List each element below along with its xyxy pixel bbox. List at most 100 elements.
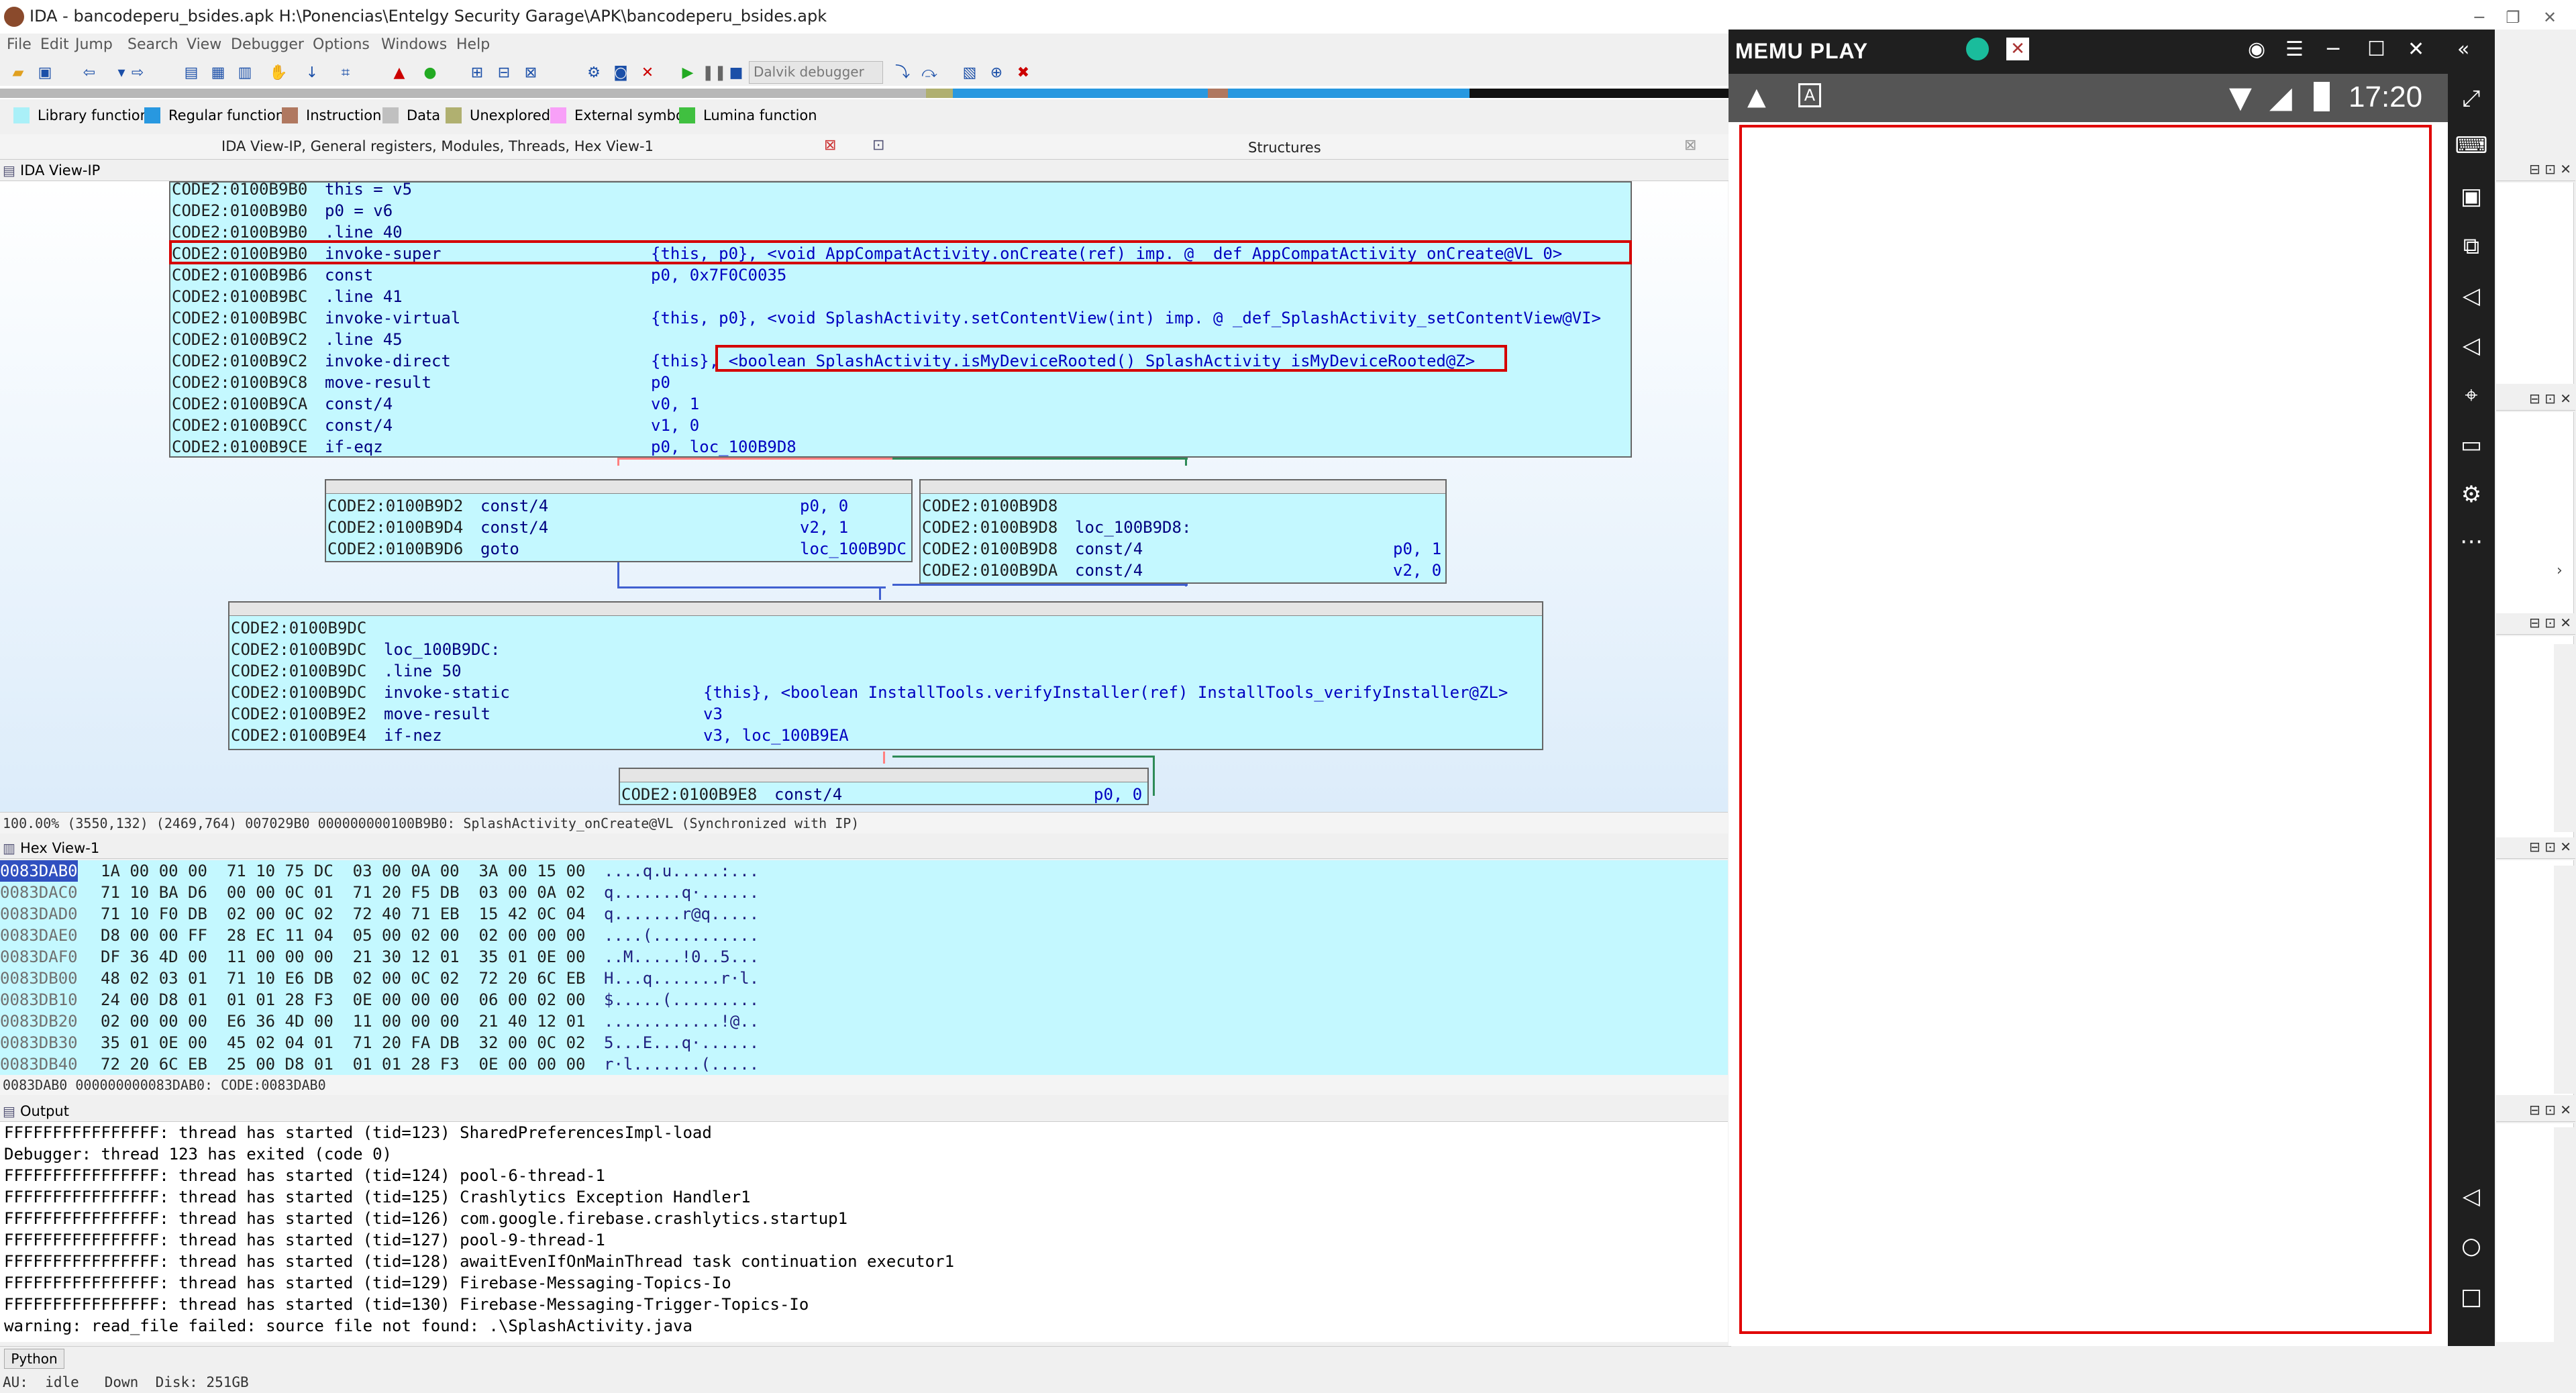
instruction-operands[interactable]: v1, 0 <box>651 415 699 436</box>
instruction-address[interactable]: CODE2:0100B9CA <box>172 393 307 415</box>
android-recents-icon[interactable]: □ <box>2453 1279 2489 1315</box>
instruction-address[interactable]: CODE2:0100B9DC <box>231 639 366 660</box>
instruction-opcode[interactable]: goto <box>480 538 519 560</box>
instruction-address[interactable]: CODE2:0100B9D6 <box>327 538 463 560</box>
menu-windows[interactable]: Windows <box>381 36 447 53</box>
volume-up-icon[interactable]: ◁ <box>2453 278 2489 314</box>
instruction-opcode[interactable]: const <box>325 264 373 286</box>
instruction-operands[interactable]: v3 <box>703 703 723 725</box>
instruction-opcode[interactable]: const/4 <box>325 415 393 436</box>
step-over-icon[interactable]: ⤼ <box>919 63 939 83</box>
tab-structures[interactable]: Structures <box>1248 140 1321 156</box>
menu-edit[interactable]: Edit <box>40 36 69 53</box>
hex-ascii[interactable]: $.....(......... <box>604 989 759 1011</box>
memu-minimize-icon[interactable]: ─ <box>2327 38 2339 61</box>
hex-row[interactable]: 0083DAC0 71 10 BA D6 00 00 0C 01 71 20 F5… <box>0 882 1728 903</box>
android-back-icon[interactable]: ◁ <box>2453 1178 2489 1215</box>
hex-bytes[interactable]: 1A 00 00 00 71 10 75 DC 03 00 0A 00 3A 0… <box>101 860 585 882</box>
hamburger-icon[interactable]: ☰ <box>2285 38 2304 61</box>
instruction-address[interactable]: CODE2:0100B9CE <box>172 436 307 458</box>
instruction-opcode[interactable]: const/4 <box>325 393 393 415</box>
volume-down-icon[interactable]: ◁ <box>2453 327 2489 364</box>
memu-app-icon[interactable] <box>1966 38 1989 60</box>
instruction-operands[interactable]: {this, p0}, <void SplashActivity.setCont… <box>651 307 1601 329</box>
instruction-opcode[interactable]: p0 = v6 <box>325 200 393 221</box>
pause-icon[interactable]: ❚❚ <box>702 63 727 83</box>
instruction-address[interactable]: CODE2:0100B9D8 <box>922 495 1058 517</box>
instruction-operands[interactable]: v0, 1 <box>651 393 699 415</box>
instruction-opcode[interactable]: this = v5 <box>325 181 412 200</box>
collapse-icon[interactable]: « <box>2457 38 2469 61</box>
instruction-address[interactable]: CODE2:0100B9CC <box>172 415 307 436</box>
multi-window-icon[interactable]: ⧉ <box>2453 228 2489 264</box>
instruction-operands[interactable]: p0 <box>651 372 670 393</box>
hex-ascii[interactable]: 5...E...q·...... <box>604 1032 759 1053</box>
instruction-address[interactable]: CODE2:0100B9B6 <box>172 264 307 286</box>
stop-x-icon[interactable]: ✕ <box>637 63 658 83</box>
hex-ascii[interactable]: ....(........... <box>604 925 759 946</box>
instruction-opcode[interactable]: move-result <box>325 372 431 393</box>
output-line[interactable]: warning: read_file failed: source file n… <box>4 1315 1728 1337</box>
fullscreen-icon[interactable]: ⤢ <box>2453 81 2489 117</box>
output-line[interactable]: FFFFFFFFFFFFFFFF: thread has started (ti… <box>4 1294 1728 1315</box>
down-arrow-icon[interactable]: ↓ <box>302 63 322 83</box>
hex-bytes[interactable]: 71 10 BA D6 00 00 0C 01 71 20 F5 DB 03 0… <box>101 882 585 903</box>
threads-scrollbar[interactable] <box>2554 644 2574 832</box>
output-scrollbar[interactable] <box>2554 1127 2574 1342</box>
instruction-opcode[interactable]: invoke-virtual <box>325 307 460 329</box>
warning-icon[interactable]: ▲ <box>389 63 409 83</box>
step-into-icon[interactable]: ⤵ <box>892 63 913 83</box>
graph-view-icon[interactable]: ▦ <box>208 63 228 83</box>
hex-ascii[interactable]: ..M.....!0..5... <box>604 946 759 968</box>
debugger-select[interactable]: Dalvik debugger <box>749 61 883 84</box>
hex-row[interactable]: 0083DAF0 DF 36 4D 00 11 00 00 00 21 30 12… <box>0 946 1728 968</box>
instruction-opcode[interactable]: const/4 <box>480 517 548 538</box>
hex-ascii[interactable]: ....q.u.....:... <box>604 860 759 882</box>
instruction-operands[interactable]: p0, 0 <box>1094 784 1142 805</box>
output-line[interactable]: Debugger: thread 123 has exited (code 0) <box>4 1143 1728 1165</box>
instruction-address[interactable]: CODE2:0100B9E8 <box>621 784 757 805</box>
hex-view-icon[interactable]: ▥ <box>235 63 255 83</box>
hex-bytes[interactable]: 24 00 D8 01 01 01 28 F3 0E 00 00 00 06 0… <box>101 989 585 1011</box>
instruction-opcode[interactable]: const/4 <box>1075 560 1143 581</box>
code-block-1[interactable]: CODE2:0100B9B0 this = v5 CODE2:0100B9B0 p0 … <box>169 181 1632 458</box>
menu-help[interactable]: Help <box>456 36 490 53</box>
instruction-opcode[interactable]: invoke-static <box>384 682 510 703</box>
location-icon[interactable]: ⌖ <box>2453 377 2489 413</box>
hex-row[interactable]: 0083DAD0 71 10 F0 DB 02 00 0C 02 72 40 71… <box>0 903 1728 925</box>
menu-jump[interactable]: Jump <box>75 36 113 53</box>
instruction-operands[interactable]: {this}, <boolean InstallTools.verifyInst… <box>703 682 1508 703</box>
tab-pin-icon[interactable]: ⊡ <box>872 137 884 154</box>
registers-panel[interactable] <box>2496 183 2574 384</box>
instruction-operands[interactable]: loc_100B9DC <box>800 538 907 560</box>
func-icon[interactable]: ⊠ <box>521 63 541 83</box>
instruction-opcode[interactable]: loc_100B9DC: <box>384 639 500 660</box>
hex-bytes[interactable]: 35 01 0E 00 45 02 04 01 71 20 FA DB 32 0… <box>101 1032 585 1053</box>
instruction-opcode[interactable]: .line 50 <box>384 660 462 682</box>
instruction-address[interactable]: CODE2:0100B9DC <box>231 682 366 703</box>
instruction-opcode[interactable]: if-eqz <box>325 436 383 458</box>
instruction-address[interactable]: CODE2:0100B9C2 <box>172 350 307 372</box>
instruction-opcode[interactable]: .line 41 <box>325 286 403 307</box>
output-line[interactable]: FFFFFFFFFFFFFFFF: thread has started (ti… <box>4 1165 1728 1186</box>
memu-app2-icon[interactable]: ✕ <box>2006 38 2029 60</box>
menu-search[interactable]: Search <box>127 36 178 53</box>
tab-ida-view-group[interactable]: IDA View-IP, General registers, Modules,… <box>221 138 654 154</box>
hex-row[interactable]: 0083DB40 72 20 6C EB 25 00 D8 01 01 01 28… <box>0 1053 1728 1075</box>
instruction-address[interactable]: CODE2:0100B9B0 <box>172 181 307 200</box>
hex-row[interactable]: 0083DB10 24 00 D8 01 01 01 28 F3 0E 00 00… <box>0 989 1728 1011</box>
output-line[interactable]: FFFFFFFFFFFFFFFF: thread has started (ti… <box>4 1272 1728 1294</box>
instruction-address[interactable]: CODE2:0100B9D8 <box>922 538 1058 560</box>
hex-ascii[interactable]: ............!@.. <box>604 1011 759 1032</box>
hex-bytes[interactable]: 48 02 03 01 71 10 E6 DB 02 00 0C 02 72 2… <box>101 968 585 989</box>
menu-view[interactable]: View <box>187 36 221 53</box>
output-line[interactable]: FFFFFFFFFFFFFFFF: thread has started (ti… <box>4 1251 1728 1272</box>
instruction-opcode[interactable]: const/4 <box>480 495 548 517</box>
instruction-address[interactable]: CODE2:0100B9D4 <box>327 517 463 538</box>
instruction-address[interactable]: CODE2:0100B9DC <box>231 617 366 639</box>
output-line[interactable]: FFFFFFFFFFFFFFFF: thread has started (ti… <box>4 1122 1728 1143</box>
breakpoint-icon[interactable]: ⊕ <box>986 63 1007 83</box>
play-icon[interactable]: ▶ <box>678 63 698 83</box>
hex-ascii[interactable]: q.......q·...... <box>604 882 759 903</box>
output-line[interactable]: FFFFFFFFFFFFFFFF: thread has started (ti… <box>4 1186 1728 1208</box>
